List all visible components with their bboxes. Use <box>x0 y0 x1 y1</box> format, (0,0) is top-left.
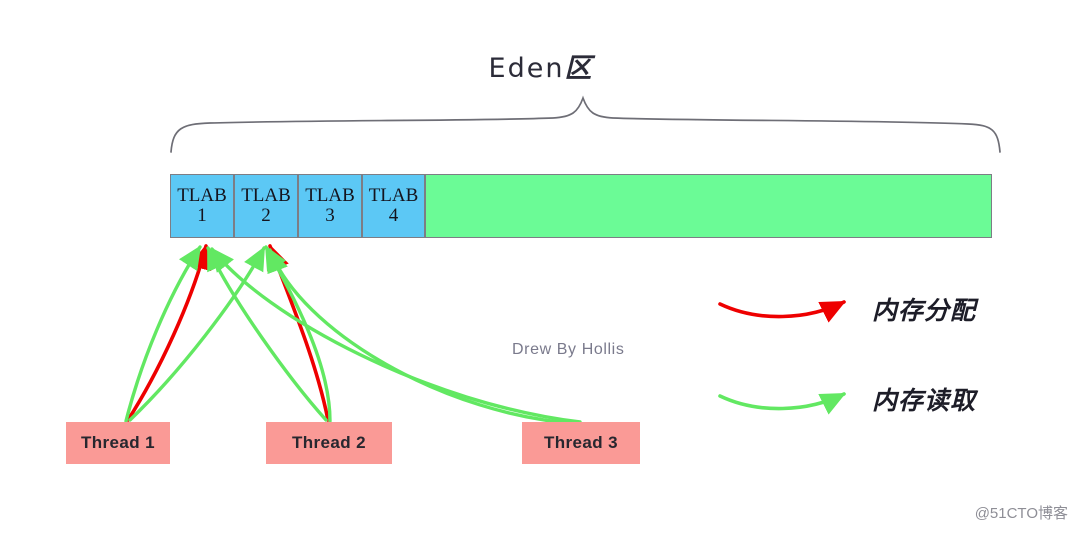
tlab-number: 3 <box>325 205 335 226</box>
thread-box-1[interactable]: Thread 1 <box>66 422 170 464</box>
arrow-read-thread2-tlab2 <box>264 245 332 423</box>
tlab-number: 1 <box>197 205 207 226</box>
diagram-canvas: Eden区 TLAB 1 TLAB 2 TLAB 3 TLAB 4 Thread… <box>0 0 1080 533</box>
thread-box-2[interactable]: Thread 2 <box>266 422 392 464</box>
thread-label: Thread 2 <box>291 433 367 452</box>
arrow-read-thread3-tlab1 <box>210 247 582 424</box>
tlab-number: 4 <box>388 205 399 226</box>
attribution-text: Drew By Hollis <box>512 341 625 358</box>
arrow-allocation-thread1-tlab1 <box>126 243 212 422</box>
page-title: Eden区 <box>0 46 1080 85</box>
tlab-block-1[interactable]: TLAB 1 <box>170 174 234 238</box>
tlab-block-3[interactable]: TLAB 3 <box>298 174 362 238</box>
legend-label-read: 内存读取 <box>872 386 977 415</box>
tlab-label: TLAB <box>241 185 291 207</box>
legend-label-allocation: 内存分配 <box>872 296 977 325</box>
tlab-label: TLAB <box>305 185 355 207</box>
eden-title-cjk: 区 <box>564 53 592 84</box>
tlab-label: TLAB <box>368 185 419 207</box>
eden-brace-icon <box>170 95 1001 153</box>
arrow-allocation-thread2-tlab2 <box>267 243 330 422</box>
thread-label: Thread 1 <box>80 433 156 452</box>
eden-free-space-region <box>425 174 992 238</box>
arrow-read-thread3-tlab2 <box>267 248 584 426</box>
arrow-read-thread1-tlab1 <box>124 245 202 423</box>
arrow-read-thread1-tlab2 <box>128 246 266 422</box>
thread-box-3[interactable]: Thread 3 <box>522 422 640 464</box>
legend-item-read: 内存读取 <box>718 378 976 420</box>
eden-title-latin: Eden <box>488 53 565 84</box>
tlab-number: 2 <box>261 205 271 226</box>
watermark-text: @51CTO博客 <box>974 505 1068 522</box>
legend-arrow-allocation-icon <box>718 300 846 323</box>
eden-memory-bar: TLAB 1 TLAB 2 TLAB 3 TLAB 4 <box>170 174 992 238</box>
tlab-block-4[interactable]: TLAB 4 <box>362 174 425 238</box>
tlab-block-2[interactable]: TLAB 2 <box>234 174 298 238</box>
thread-label: Thread 3 <box>543 433 619 452</box>
tlab-label: TLAB <box>177 185 227 207</box>
arrow-read-thread2-tlab1 <box>206 246 328 422</box>
legend-item-allocation: 内存分配 <box>718 288 976 330</box>
legend-arrow-read-icon <box>718 392 846 415</box>
